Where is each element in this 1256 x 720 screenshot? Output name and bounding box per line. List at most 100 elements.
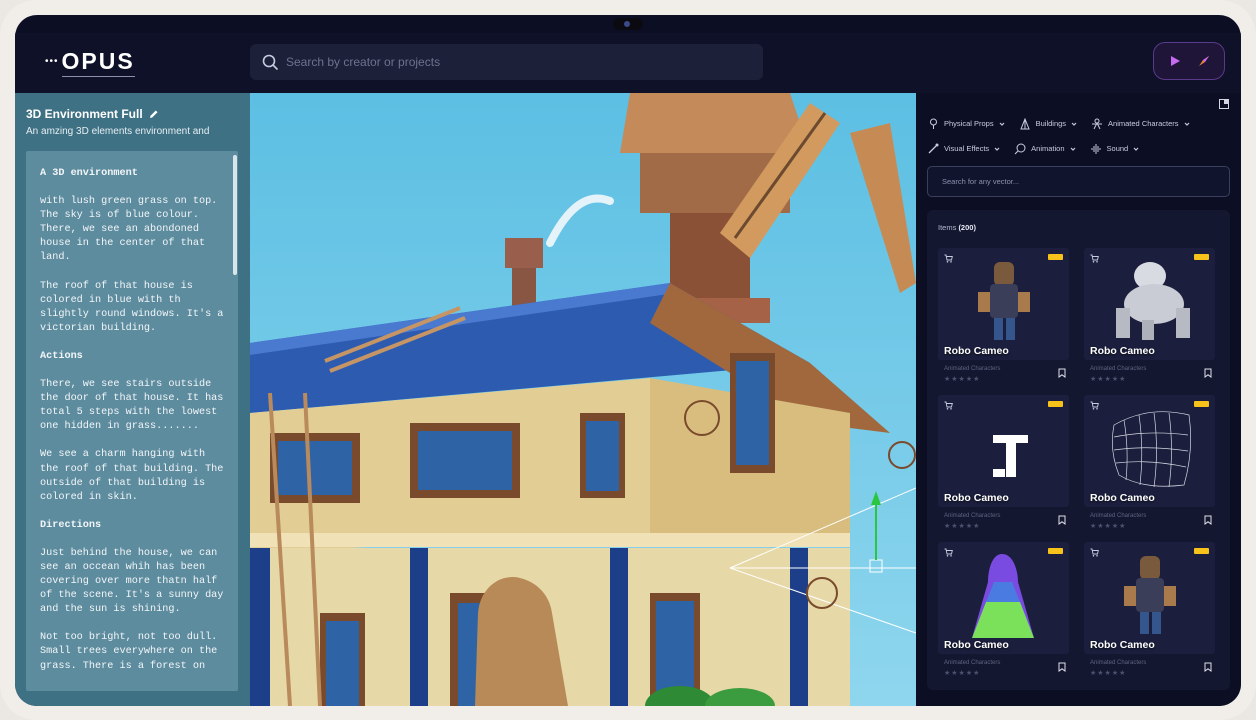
asset-card[interactable]: Robo Cameo Animated Characters ★★★★★ (938, 248, 1069, 390)
rating-stars: ★★★★★ (944, 523, 981, 530)
filter-label: Sound (1106, 144, 1129, 153)
animation-icon (1014, 143, 1026, 154)
logo-wordmark: OPUS (61, 48, 135, 77)
chevron-down-icon (1070, 147, 1075, 151)
prompt-heading: Directions (40, 519, 102, 531)
3d-viewport[interactable] (250, 93, 916, 706)
global-search-bar[interactable] (250, 44, 763, 80)
new-badge (1194, 401, 1209, 407)
asset-card[interactable]: Robo Cameo Animated Characters ★★★★★ (1084, 395, 1215, 537)
filter-label: Animated Characters (1108, 119, 1179, 128)
new-badge (1048, 401, 1063, 407)
prompt-heading: Actions (40, 350, 83, 362)
chevron-down-icon (1133, 147, 1139, 151)
cart-icon[interactable] (1090, 401, 1099, 410)
asset-card[interactable]: Robo Cameo Animated Characters ★★★★★ (938, 542, 1069, 684)
filter-visual-effects[interactable]: Visual Effects (928, 143, 1000, 154)
asset-name: Robo Cameo (944, 492, 1009, 504)
rating-stars: ★★★★★ (944, 376, 981, 383)
bookmark-icon[interactable] (1058, 368, 1066, 378)
filter-label: Visual Effects (944, 144, 990, 153)
prompt-paragraph: Not too bright, not too dull. Small tree… (40, 632, 218, 672)
play-icon (1170, 56, 1180, 66)
search-input[interactable] (286, 55, 726, 69)
cart-icon[interactable] (1090, 254, 1099, 263)
expand-icon[interactable] (1219, 99, 1229, 109)
chevron-down-icon (994, 147, 1000, 151)
lamp-icon (930, 118, 937, 129)
new-badge (1048, 254, 1063, 260)
prompt-paragraph: We see a charm hanging with the roof of … (40, 449, 224, 503)
items-count: Items (200) (938, 223, 976, 232)
filter-animation[interactable]: Animation (1014, 143, 1075, 155)
asset-name: Robo Cameo (1090, 345, 1155, 357)
asset-library-panel: Physical Props Buildings Animated Charac… (916, 93, 1241, 706)
rating-stars: ★★★★★ (1090, 523, 1127, 530)
filter-row-2: Visual Effects Animation Sound (928, 136, 1228, 161)
prompt-paragraph: Just behind the house, we can see an occ… (40, 547, 224, 616)
project-panel: 3D Environment Full An amzing 3D element… (15, 93, 250, 706)
character-icon (1092, 118, 1103, 129)
prompt-paragraph: The roof of that house is colored in blu… (40, 280, 224, 334)
cart-icon[interactable] (944, 548, 953, 557)
asset-thumbnail[interactable] (938, 248, 1069, 360)
asset-card[interactable]: Robo Cameo Animated Characters ★★★★★ (1084, 542, 1215, 684)
asset-thumbnail[interactable] (938, 395, 1069, 507)
prompt-content: A 3D environment with lush green grass on… (40, 167, 228, 688)
rating-stars: ★★★★★ (944, 670, 981, 677)
category-filters: Physical Props Buildings Animated Charac… (928, 111, 1228, 161)
cart-icon[interactable] (944, 254, 953, 263)
asset-category: Animated Characters (1090, 660, 1147, 666)
asset-category: Animated Characters (1090, 513, 1147, 519)
project-description: An amzing 3D elements environment and (26, 126, 210, 137)
prompt-paragraph: There, we see stairs outside the door of… (40, 379, 224, 433)
asset-card[interactable]: Robo Cameo Animated Characters ★★★★★ (938, 395, 1069, 537)
filter-buildings[interactable]: Buildings (1019, 117, 1077, 130)
logo-dots: ••• (45, 55, 59, 67)
filter-row-1: Physical Props Buildings Animated Charac… (928, 111, 1228, 136)
asset-thumbnail[interactable] (1084, 395, 1215, 507)
app-screen: ••• OPUS 3D Environment Full (15, 15, 1241, 706)
bookmark-icon[interactable] (1204, 368, 1212, 378)
bookmark-icon[interactable] (1204, 662, 1212, 672)
chevron-down-icon (1184, 122, 1189, 126)
cart-icon[interactable] (944, 401, 953, 410)
items-grid: Items (200) Robo Cameo Animated Character… (927, 210, 1230, 690)
building-icon (1019, 117, 1030, 129)
vector-search-bar[interactable] (927, 166, 1230, 197)
asset-card[interactable]: Robo Cameo Animated Characters ★★★★★ (1084, 248, 1215, 390)
asset-thumbnail[interactable] (938, 542, 1069, 654)
play-button[interactable] (1162, 48, 1188, 74)
filter-label: Buildings (1035, 119, 1067, 128)
edit-pencil-icon[interactable] (149, 109, 159, 119)
top-bar: ••• OPUS (15, 33, 1241, 93)
rating-stars: ★★★★★ (1090, 376, 1127, 383)
asset-name: Robo Cameo (944, 639, 1009, 651)
asset-name: Robo Cameo (1090, 492, 1155, 504)
asset-name: Robo Cameo (944, 345, 1009, 357)
filter-label: Animation (1031, 144, 1065, 153)
opus-logo[interactable]: ••• OPUS (45, 47, 135, 77)
filter-label: Physical Props (944, 119, 994, 128)
bookmark-icon[interactable] (1058, 515, 1066, 525)
items-count-value: (200) (958, 223, 976, 232)
wand-icon (928, 143, 939, 154)
bookmark-icon[interactable] (1058, 662, 1066, 672)
rating-stars: ★★★★★ (1090, 670, 1127, 677)
vector-search-input[interactable] (942, 177, 1222, 186)
bookmark-icon[interactable] (1204, 515, 1212, 525)
prompt-scrollbar[interactable] (233, 155, 237, 275)
asset-category: Animated Characters (1090, 366, 1147, 372)
new-badge (1194, 254, 1209, 260)
prompt-paragraph: with lush green grass on top. The sky is… (40, 196, 218, 264)
asset-thumbnail[interactable] (1084, 542, 1215, 654)
filter-animated-characters[interactable]: Animated Characters (1091, 118, 1189, 130)
prompt-text-area[interactable]: A 3D environment with lush green grass on… (26, 151, 238, 691)
device-camera (613, 18, 643, 30)
filter-physical-props[interactable]: Physical Props (928, 118, 1005, 129)
cart-icon[interactable] (1090, 548, 1099, 557)
asset-name: Robo Cameo (1090, 639, 1155, 651)
compass-button[interactable] (1191, 48, 1217, 74)
filter-sound[interactable]: Sound (1090, 143, 1140, 155)
asset-thumbnail[interactable] (1084, 248, 1215, 360)
